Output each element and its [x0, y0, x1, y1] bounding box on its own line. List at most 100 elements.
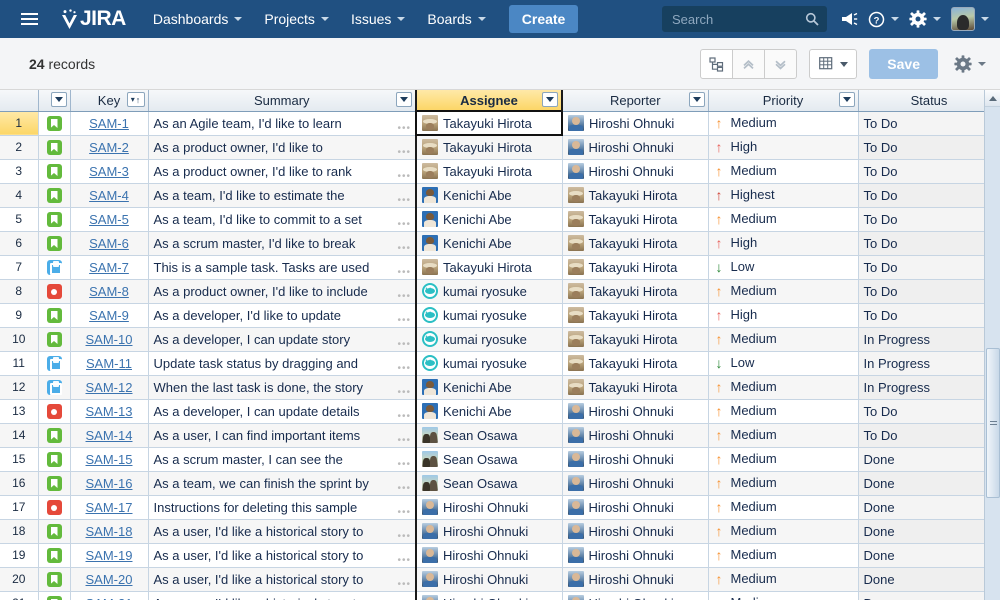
summary-cell[interactable]: Update task status by dragging and ••• [148, 351, 417, 376]
reporter-cell[interactable]: Hiroshi Ohnuki [562, 471, 709, 496]
issue-type-cell[interactable] [38, 399, 71, 424]
priority-cell[interactable]: ↑ Medium [708, 159, 859, 184]
grid-settings-button[interactable] [948, 55, 992, 73]
hierarchy-view-button[interactable] [700, 49, 734, 79]
priority-cell[interactable]: ↑ Highest [708, 183, 859, 208]
row-number[interactable]: 10 [0, 327, 39, 352]
megaphone-icon[interactable] [835, 0, 863, 38]
issue-key-cell[interactable]: SAM-7 [70, 255, 149, 280]
search-box[interactable] [662, 6, 827, 32]
reporter-cell[interactable]: Hiroshi Ohnuki [562, 543, 709, 568]
issue-key-link[interactable]: SAM-2 [89, 140, 129, 155]
summary-cell[interactable]: As a user, I can find important items ••• [148, 423, 417, 448]
assignee-cell[interactable]: Sean Osawa [415, 471, 563, 496]
issue-key-cell[interactable]: SAM-19 [70, 543, 149, 568]
issue-key-link[interactable]: SAM-7 [89, 260, 129, 275]
priority-cell[interactable]: ↑ Medium [708, 447, 859, 472]
status-cell[interactable]: To Do [858, 423, 1000, 448]
scrollbar-thumb[interactable] [986, 348, 1000, 498]
row-number[interactable]: 6 [0, 231, 39, 256]
issue-key-cell[interactable]: SAM-2 [70, 135, 149, 160]
status-cell[interactable]: Done [858, 471, 1000, 496]
table-row[interactable]: 19 SAM-19 As a user, I'd like a historical… [0, 543, 1000, 568]
summary-cell[interactable]: As a product owner, I'd like to rank ••• [148, 159, 417, 184]
assignee-cell[interactable]: Sean Osawa [415, 447, 563, 472]
issue-key-cell[interactable]: SAM-21 [70, 591, 149, 600]
summary-cell[interactable]: As a developer, I can update story ••• [148, 327, 417, 352]
hamburger-menu-icon[interactable] [10, 0, 48, 38]
reporter-cell[interactable]: Takayuki Hirota [562, 255, 709, 280]
summary-cell[interactable]: As a scrum master, I'd like to break ••• [148, 231, 417, 256]
table-row[interactable]: 17 SAM-17 Instructions for deleting this s… [0, 495, 1000, 520]
reporter-cell[interactable]: Takayuki Hirota [562, 303, 709, 328]
table-row[interactable]: 18 SAM-18 As a user, I'd like a historical… [0, 519, 1000, 544]
row-number[interactable]: 4 [0, 183, 39, 208]
column-header-reporter[interactable]: Reporter [562, 90, 709, 112]
issue-type-cell[interactable] [38, 135, 71, 160]
row-number[interactable]: 5 [0, 207, 39, 232]
summary-cell[interactable]: As a developer, I'd like to update ••• [148, 303, 417, 328]
reporter-cell[interactable]: Hiroshi Ohnuki [562, 159, 709, 184]
table-row[interactable]: 7 SAM-7 This is a sample task. Tasks are u… [0, 255, 1000, 280]
issue-type-cell[interactable] [38, 207, 71, 232]
table-row[interactable]: 9 SAM-9 As a developer, I'd like to update… [0, 303, 1000, 328]
assignee-cell[interactable]: Hiroshi Ohnuki [415, 591, 563, 600]
issue-type-cell[interactable] [38, 495, 71, 520]
status-cell[interactable]: Done [858, 543, 1000, 568]
priority-cell[interactable]: ↑ High [708, 231, 859, 256]
issue-type-cell[interactable] [38, 159, 71, 184]
summary-cell[interactable]: As a user, I'd like a historical story t… [148, 543, 417, 568]
nav-item-dashboards[interactable]: Dashboards [142, 0, 254, 38]
issue-key-cell[interactable]: SAM-12 [70, 375, 149, 400]
row-number[interactable]: 7 [0, 255, 39, 280]
create-button[interactable]: Create [508, 5, 579, 33]
assignee-cell[interactable]: Hiroshi Ohnuki [415, 543, 563, 568]
issue-key-cell[interactable]: SAM-11 [70, 351, 149, 376]
status-cell[interactable]: To Do [858, 255, 1000, 280]
column-header-status[interactable]: Status [858, 90, 1000, 112]
priority-cell[interactable]: ↑ Medium [708, 423, 859, 448]
assignee-cell[interactable]: Kenichi Abe [415, 375, 563, 400]
select-all-corner[interactable] [0, 90, 39, 112]
issue-key-cell[interactable]: SAM-16 [70, 471, 149, 496]
row-number[interactable]: 1 [0, 111, 39, 136]
reporter-cell[interactable]: Hiroshi Ohnuki [562, 591, 709, 600]
assignee-cell[interactable]: Kenichi Abe [415, 399, 563, 424]
issue-key-link[interactable]: SAM-10 [86, 332, 133, 347]
issue-key-link[interactable]: SAM-9 [89, 308, 129, 323]
row-number[interactable]: 18 [0, 519, 39, 544]
assignee-cell[interactable]: Takayuki Hirota [415, 110, 563, 136]
issue-key-cell[interactable]: SAM-4 [70, 183, 149, 208]
reporter-cell[interactable]: Takayuki Hirota [562, 327, 709, 352]
issue-key-cell[interactable]: SAM-8 [70, 279, 149, 304]
reporter-cell[interactable]: Hiroshi Ohnuki [562, 519, 709, 544]
user-profile-menu[interactable] [946, 0, 994, 38]
jira-logo[interactable]: JIRA [60, 0, 126, 38]
row-number[interactable]: 20 [0, 567, 39, 592]
issue-key-cell[interactable]: SAM-9 [70, 303, 149, 328]
summary-cell[interactable]: As a scrum master, I can see the ••• [148, 447, 417, 472]
issue-key-cell[interactable]: SAM-20 [70, 567, 149, 592]
issue-key-link[interactable]: SAM-11 [86, 356, 132, 371]
issue-type-cell[interactable] [38, 303, 71, 328]
table-row[interactable]: 16 SAM-16 As a team, we can finish the spr… [0, 471, 1000, 496]
nav-item-issues[interactable]: Issues [340, 0, 416, 38]
issue-key-link[interactable]: SAM-16 [86, 476, 133, 491]
issue-type-cell[interactable] [38, 351, 71, 376]
issue-type-cell[interactable] [38, 111, 71, 136]
reporter-cell[interactable]: Takayuki Hirota [562, 231, 709, 256]
status-cell[interactable]: To Do [858, 279, 1000, 304]
table-row[interactable]: 5 SAM-5 As a team, I'd like to commit to a… [0, 207, 1000, 232]
assignee-cell[interactable]: Hiroshi Ohnuki [415, 567, 563, 592]
issue-type-cell[interactable] [38, 255, 71, 280]
table-row[interactable]: 13 SAM-13 As a developer, I can update det… [0, 399, 1000, 424]
issue-key-link[interactable]: SAM-17 [86, 500, 133, 515]
row-number[interactable]: 15 [0, 447, 39, 472]
issue-key-link[interactable]: SAM-1 [89, 116, 129, 131]
priority-cell[interactable]: ↓ Low [708, 351, 859, 376]
summary-cell[interactable]: As a product owner, I'd like to ••• [148, 135, 417, 160]
priority-cell[interactable]: ↑ Medium [708, 471, 859, 496]
issue-key-cell[interactable]: SAM-6 [70, 231, 149, 256]
issue-key-link[interactable]: SAM-5 [89, 212, 129, 227]
issue-key-link[interactable]: SAM-4 [89, 188, 129, 203]
